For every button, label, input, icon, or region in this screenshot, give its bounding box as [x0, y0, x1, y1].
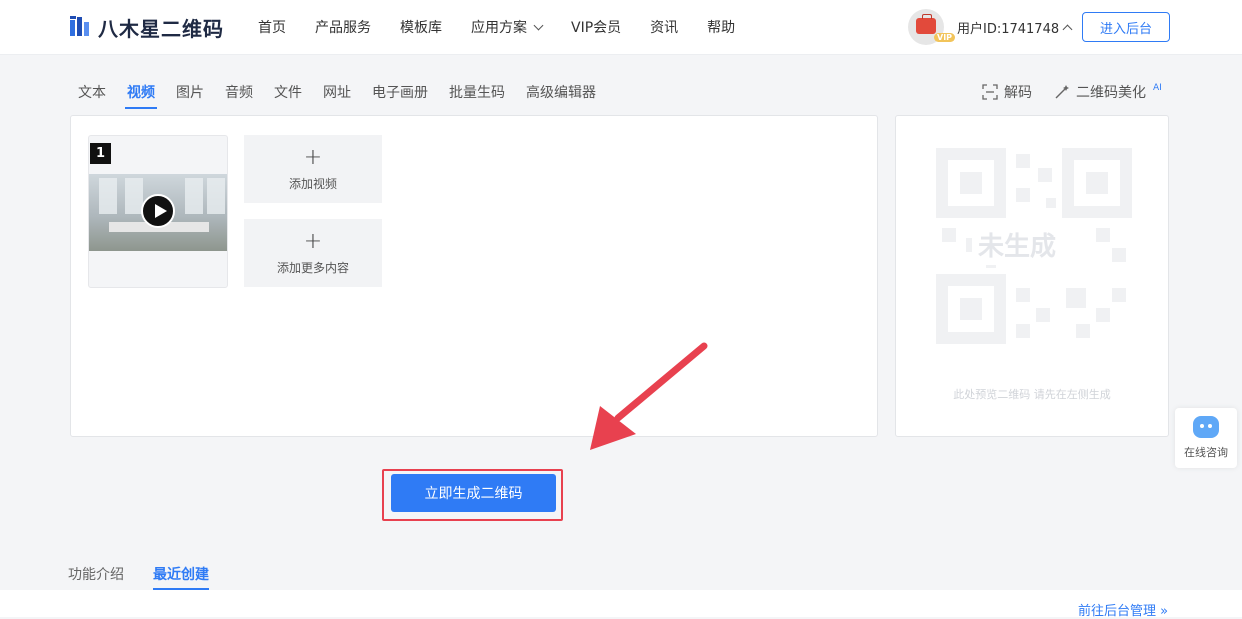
video-item[interactable]: 1: [88, 135, 228, 288]
nav-label: VIP会员: [571, 20, 622, 36]
nav-item-home[interactable]: 首页: [258, 17, 286, 37]
tab-audio[interactable]: 音频: [225, 82, 253, 109]
enter-dashboard-button[interactable]: 进入后台: [1082, 12, 1170, 42]
play-icon[interactable]: [141, 194, 175, 228]
tab-image[interactable]: 图片: [176, 82, 204, 109]
qr-status-text: 未生成: [972, 224, 1063, 265]
tab-text[interactable]: 文本: [78, 82, 106, 109]
chevron-down-icon: [533, 20, 544, 30]
nav-item-templates[interactable]: 模板库: [400, 17, 442, 37]
thumbnail-window: [185, 178, 203, 214]
tab-batch[interactable]: 批量生码: [449, 82, 505, 109]
preview-hint: 此处预览二维码 请先在左侧生成: [953, 388, 1111, 401]
thumbnail-window: [99, 178, 117, 214]
brand-name: 八木星二维码: [98, 16, 224, 41]
user-id-label[interactable]: 用户ID:1741748: [957, 18, 1073, 37]
nav-label: 应用方案: [471, 20, 527, 36]
video-index-badge: 1: [90, 143, 111, 164]
nav-item-vip[interactable]: VIP会员: [571, 17, 621, 37]
recent-list-area: [0, 590, 1242, 617]
nav-label: 资讯: [650, 20, 679, 36]
plus-icon: +: [303, 144, 323, 170]
beautify-label: 二维码美化: [1076, 85, 1146, 101]
beautify-button[interactable]: 二维码美化 AI: [1054, 82, 1162, 102]
nav-item-news[interactable]: 资讯: [650, 17, 678, 37]
video-thumbnail[interactable]: [89, 174, 227, 251]
generate-qr-button[interactable]: 立即生成二维码: [391, 474, 556, 512]
editor-panel: 1 + 添加视频 + 添加更多内容: [70, 115, 878, 437]
qr-preview-panel: 未生成 此处预览二维码 请先在左侧生成: [895, 115, 1169, 437]
tab-video[interactable]: 视频: [125, 82, 157, 109]
briefcase-icon: [916, 14, 936, 34]
content-type-tabs: 文本 视频 图片 音频 文件 网址 电子画册 批量生码 高级编辑器: [78, 82, 617, 109]
nav-item-products[interactable]: 产品服务: [315, 17, 371, 37]
nav-label: 模板库: [400, 20, 442, 36]
online-consult-button[interactable]: 在线咨询: [1175, 408, 1237, 468]
top-navbar: 八木星二维码 首页 产品服务 模板库 应用方案 VIP会员 资讯 帮助 VIP …: [0, 0, 1242, 55]
user-id-text: 用户ID:1741748: [957, 21, 1060, 37]
nav-item-help[interactable]: 帮助: [707, 17, 735, 37]
user-menu[interactable]: VIP 用户ID:1741748: [908, 9, 1073, 45]
vip-badge: VIP: [934, 33, 956, 42]
add-video-button[interactable]: + 添加视频: [244, 135, 382, 203]
brand-logo[interactable]: 八木星二维码: [68, 12, 224, 42]
tab-recent[interactable]: 最近创建: [153, 564, 209, 590]
chevron-up-icon: [1062, 24, 1073, 34]
chatbot-icon: [1193, 416, 1219, 438]
consult-label: 在线咨询: [1184, 446, 1228, 459]
decode-label: 解码: [1004, 85, 1032, 101]
tab-url[interactable]: 网址: [323, 82, 351, 109]
tab-file[interactable]: 文件: [274, 82, 302, 109]
add-video-label: 添加视频: [288, 176, 337, 191]
plus-icon: +: [303, 228, 323, 254]
toolbar: 解码 二维码美化 AI: [982, 82, 1184, 102]
logo-icon: [70, 16, 89, 36]
annotation-arrow-icon: [590, 342, 708, 450]
add-more-content-button[interactable]: + 添加更多内容: [244, 219, 382, 287]
bottom-tabs: 功能介绍 最近创建: [68, 564, 238, 590]
nav-item-solutions[interactable]: 应用方案: [471, 17, 544, 37]
tab-advanced-editor[interactable]: 高级编辑器: [526, 82, 596, 109]
ai-badge: AI: [1153, 83, 1162, 93]
nav-label: 产品服务: [315, 20, 371, 36]
decode-button[interactable]: 解码: [982, 82, 1032, 102]
main-nav: 首页 产品服务 模板库 应用方案 VIP会员 资讯 帮助: [258, 0, 764, 54]
add-more-label: 添加更多内容: [276, 260, 349, 275]
goto-admin-link[interactable]: 前往后台管理 »: [1078, 600, 1168, 619]
avatar[interactable]: VIP: [908, 9, 956, 45]
tab-features[interactable]: 功能介绍: [68, 564, 124, 588]
scan-icon: [982, 84, 998, 100]
nav-label: 首页: [258, 20, 286, 36]
tab-ebook[interactable]: 电子画册: [372, 82, 428, 109]
magic-icon: [1055, 85, 1069, 99]
nav-label: 帮助: [707, 20, 736, 36]
thumbnail-window: [207, 178, 225, 214]
